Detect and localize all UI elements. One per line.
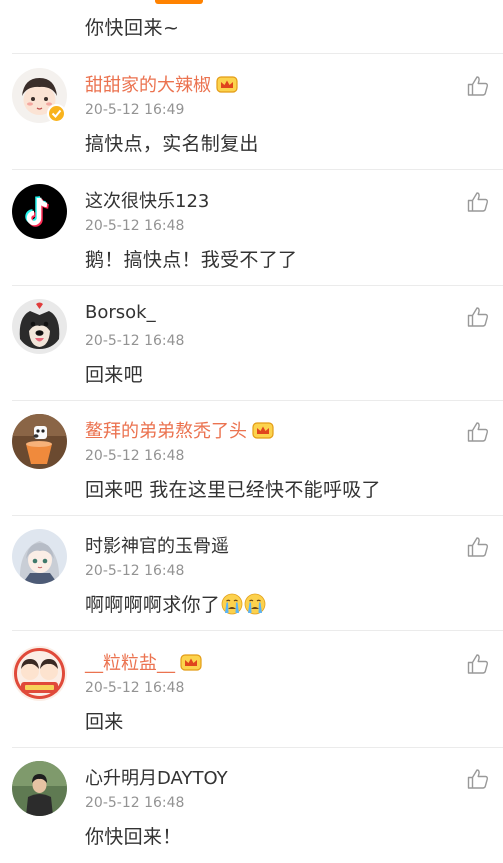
avatar[interactable]: [12, 646, 67, 701]
comment-item: 甜甜家的大辣椒 20-5-12 16:49 搞快点，实名制复出: [0, 54, 503, 170]
verified-badge-icon: [47, 104, 66, 123]
comment-text: 回来吧 我在这里已经快不能呼吸了: [85, 479, 381, 501]
comment-item: 心升明月DAYTOY 20-5-12 16:48 你快回来！: [0, 747, 503, 863]
comment-item: __粒粒盐__ 20-5-12 16:48 回来: [0, 632, 503, 748]
thumbs-up-icon[interactable]: [466, 305, 490, 329]
comment-text: 鹅！搞快点！我受不了了: [85, 249, 298, 271]
username[interactable]: 时影神官的玉骨遥: [85, 532, 229, 558]
crown-badge-icon: [180, 652, 202, 672]
crying-face-emoji: [244, 593, 266, 615]
thumbs-up-icon[interactable]: [466, 74, 490, 98]
thumbs-up-icon[interactable]: [466, 767, 490, 791]
timestamp: 20-5-12 16:48: [85, 795, 185, 811]
comment-text: 你快回来！: [85, 826, 182, 848]
avatar[interactable]: [12, 299, 67, 354]
avatar[interactable]: [12, 529, 67, 584]
comment-item: 这次很快乐123 20-5-12 16:48 鹅！搞快点！我受不了了: [0, 170, 503, 286]
comment-item: Borsok_ 20-5-12 16:48 回来吧: [0, 285, 503, 401]
thumbs-up-icon[interactable]: [466, 535, 490, 559]
timestamp: 20-5-12 16:48: [85, 333, 185, 349]
tab-indicator: [155, 0, 203, 4]
timestamp: 20-5-12 16:48: [85, 218, 185, 234]
timestamp: 20-5-12 16:49: [85, 102, 185, 118]
username[interactable]: 甜甜家的大辣椒: [85, 71, 238, 97]
timestamp: 20-5-12 16:48: [85, 563, 185, 579]
comment-text: 啊啊啊啊求你了: [85, 590, 266, 617]
divider: [12, 630, 503, 631]
crying-face-emoji: [221, 593, 243, 615]
comment-item: 时影神官的玉骨遥 20-5-12 16:48 啊啊啊啊求你了: [0, 515, 503, 631]
timestamp: 20-5-12 16:48: [85, 448, 185, 464]
avatar[interactable]: [12, 761, 67, 816]
comment-text: 回来: [85, 711, 124, 733]
comment-text: 搞快点，实名制复出: [85, 133, 259, 155]
avatar[interactable]: [12, 414, 67, 469]
username[interactable]: 心升明月DAYTOY: [85, 764, 228, 790]
username[interactable]: __粒粒盐__: [85, 649, 202, 675]
thumbs-up-icon[interactable]: [466, 652, 490, 676]
thumbs-up-icon[interactable]: [466, 420, 490, 444]
avatar[interactable]: [12, 184, 67, 239]
username[interactable]: 这次很快乐123: [85, 187, 209, 213]
timestamp: 20-5-12 16:48: [85, 680, 185, 696]
crown-badge-icon: [216, 74, 238, 94]
thumbs-up-icon[interactable]: [466, 190, 490, 214]
username[interactable]: 鳌拜的弟弟熬秃了头: [85, 417, 274, 443]
comment-item: 鳌拜的弟弟熬秃了头 20-5-12 16:48 回来吧 我在这里已经快不能呼吸了: [0, 400, 503, 516]
username[interactable]: Borsok_: [85, 302, 156, 323]
comment-text: 你快回来~: [85, 17, 180, 39]
crown-badge-icon: [252, 420, 274, 440]
comment-text: 回来吧: [85, 364, 143, 386]
